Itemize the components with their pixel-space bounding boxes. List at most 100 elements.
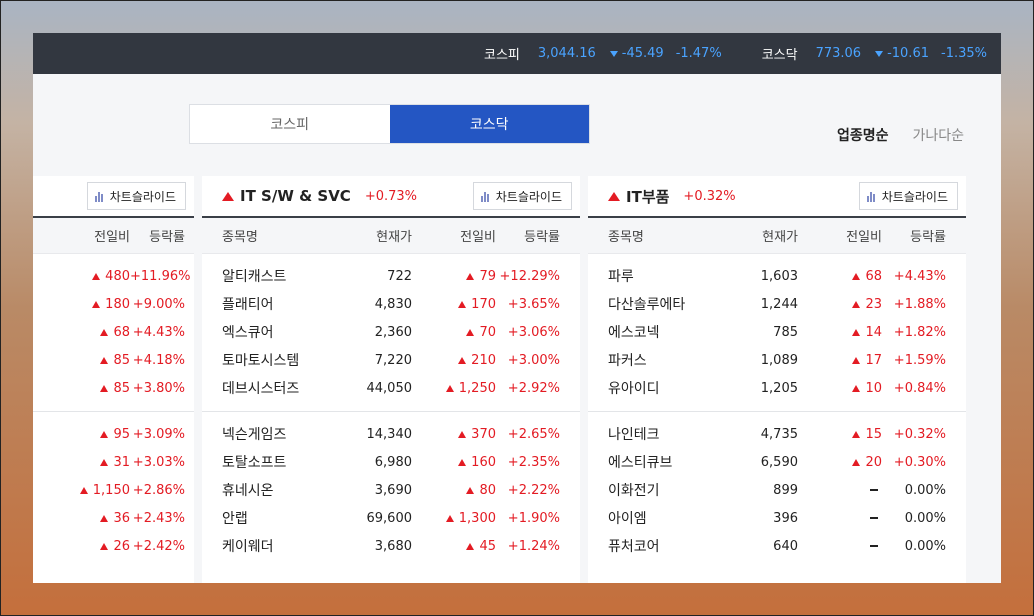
stock-name[interactable]: 넥슨게임즈	[202, 424, 352, 444]
stock-name[interactable]: 아이엠	[588, 508, 738, 528]
table-row[interactable]: 유아이디 1,205 10 +0.84%	[588, 374, 966, 402]
stock-change: 20	[798, 455, 882, 470]
up-arrow-icon	[100, 328, 109, 336]
table-row[interactable]: 85 +4.18%	[33, 346, 194, 374]
table-row[interactable]: 85 +3.80%	[33, 374, 194, 402]
stock-name[interactable]: 알티캐스트	[202, 266, 352, 286]
stock-name[interactable]: 파루	[588, 266, 738, 286]
stock-name[interactable]: 에스코넥	[588, 322, 738, 342]
bar-chart-icon	[94, 191, 104, 202]
stock-change	[798, 489, 882, 491]
up-arrow-icon	[100, 430, 109, 438]
sort-by-sector-name[interactable]: 업종명순	[837, 125, 889, 145]
chart-slide-button[interactable]: 차트슬라이드	[86, 182, 186, 210]
table-row[interactable]: 엑스큐어 2,360 70 +3.06%	[202, 318, 580, 346]
sort-alphabetical[interactable]: 가나다순	[912, 125, 964, 145]
index-change: -45.49	[609, 46, 664, 61]
table-row[interactable]: 26 +2.42%	[33, 532, 194, 560]
sector-name[interactable]: IT부품	[626, 186, 669, 207]
stock-change-value: 36	[113, 510, 130, 526]
table-row[interactable]: 토탈소프트 6,980 160 +2.35%	[202, 448, 580, 476]
up-arrow-icon	[466, 272, 475, 280]
stock-name[interactable]: 토마토시스템	[202, 350, 352, 370]
table-row[interactable]: 데브시스터즈 44,050 1,250 +2.92%	[202, 374, 580, 402]
tab-kospi[interactable]: 코스피	[190, 105, 390, 143]
stock-change: 15	[798, 427, 882, 442]
sector-name[interactable]: IT S/W & SVC	[240, 187, 351, 205]
col-change: 전일비	[94, 230, 130, 245]
table-row[interactable]: 1,150 +2.86%	[33, 476, 194, 504]
stock-name[interactable]: 파커스	[588, 350, 738, 370]
table-row[interactable]: 안랩 69,600 1,300 +1.90%	[202, 504, 580, 532]
stock-name[interactable]: 이화전기	[588, 480, 738, 500]
stock-change-value: 80	[479, 482, 496, 498]
stock-name[interactable]: 케이웨더	[202, 536, 352, 556]
table-row[interactable]: 480 +11.96%	[33, 262, 194, 290]
stock-price: 4,830	[374, 296, 412, 312]
table-row[interactable]: 68 +4.43%	[33, 318, 194, 346]
table-row[interactable]: 31 +3.03%	[33, 448, 194, 476]
stock-change: 1,300	[412, 511, 496, 526]
stock-change-value: 31	[113, 454, 130, 470]
stock-change: 85	[63, 353, 130, 368]
table-row[interactable]: 이화전기 899 0.00%	[588, 476, 966, 504]
stock-change: 31	[63, 455, 130, 470]
table-row[interactable]: 케이웨더 3,680 45 +1.24%	[202, 532, 580, 560]
stock-name[interactable]: 안랩	[202, 508, 352, 528]
stock-rate: +1.59%	[893, 352, 946, 368]
table-row[interactable]: 휴네시온 3,690 80 +2.22%	[202, 476, 580, 504]
stock-price: 1,603	[760, 268, 798, 284]
stock-name[interactable]: 나인테크	[588, 424, 738, 444]
stock-change-value: 1,150	[92, 482, 130, 498]
table-row[interactable]: 에스코넥 785 14 +1.82%	[588, 318, 966, 346]
stock-name[interactable]: 데브시스터즈	[202, 378, 352, 398]
chart-slide-button[interactable]: 차트슬라이드	[858, 182, 958, 210]
table-row[interactable]: 플래티어 4,830 170 +3.65%	[202, 290, 580, 318]
stock-name[interactable]: 휴네시온	[202, 480, 352, 500]
row-group-divider	[588, 411, 966, 412]
index-name: 코스닥	[761, 48, 798, 63]
stock-rate: +4.43%	[132, 324, 185, 340]
stock-name[interactable]: 토탈소프트	[202, 452, 352, 472]
table-row[interactable]: 퓨처코어 640 0.00%	[588, 532, 966, 560]
stock-change: 45	[412, 539, 496, 554]
stock-name[interactable]: 에스티큐브	[588, 452, 738, 472]
tab-kosdaq[interactable]: 코스닥	[389, 105, 589, 143]
stock-name[interactable]: 엑스큐어	[202, 322, 352, 342]
up-arrow-icon	[458, 356, 467, 364]
stock-change-value: 10	[865, 380, 882, 396]
table-row[interactable]: 95 +3.09%	[33, 420, 194, 448]
stock-rows: 480 +11.96% 180 +9.00% 68 +4.43% 85 +4.18% 85 +3.…	[33, 254, 194, 560]
sector-panel-left: 차트슬라이드 전일비 등락률 480 +11.96% 180 +9.00% 68 +4.4…	[33, 176, 194, 583]
up-arrow-icon	[458, 430, 467, 438]
stock-change: 1,150	[63, 483, 130, 498]
stock-price: 6,980	[374, 454, 412, 470]
stock-name[interactable]: 플래티어	[202, 294, 352, 314]
index-kospi[interactable]: 코스피 3,044.16 -45.49 -1.47%	[484, 44, 722, 63]
stock-price: 1,205	[760, 380, 798, 396]
table-row[interactable]: 파커스 1,089 17 +1.59%	[588, 346, 966, 374]
table-row[interactable]: 토마토시스템 7,220 210 +3.00%	[202, 346, 580, 374]
table-row[interactable]: 알티캐스트 722 79 +12.29%	[202, 262, 580, 290]
stock-change: 26	[63, 539, 130, 554]
up-arrow-icon	[458, 300, 467, 308]
table-row[interactable]: 에스티큐브 6,590 20 +0.30%	[588, 448, 966, 476]
stock-rate: +2.42%	[132, 538, 185, 554]
index-value: 773.06	[815, 46, 862, 61]
stock-name[interactable]: 퓨처코어	[588, 536, 738, 556]
up-arrow-icon	[100, 384, 109, 392]
up-arrow-icon	[92, 272, 101, 280]
table-row[interactable]: 다산솔루에타 1,244 23 +1.88%	[588, 290, 966, 318]
table-row[interactable]: 파루 1,603 68 +4.43%	[588, 262, 966, 290]
table-row[interactable]: 36 +2.43%	[33, 504, 194, 532]
stock-name[interactable]: 유아이디	[588, 378, 738, 398]
up-arrow-icon	[222, 191, 234, 201]
table-row[interactable]: 180 +9.00%	[33, 290, 194, 318]
table-row[interactable]: 나인테크 4,735 15 +0.32%	[588, 420, 966, 448]
chart-slide-button[interactable]: 차트슬라이드	[472, 182, 572, 210]
stock-name[interactable]: 다산솔루에타	[588, 294, 738, 314]
stock-price: 1,244	[760, 296, 798, 312]
table-row[interactable]: 넥슨게임즈 14,340 370 +2.65%	[202, 420, 580, 448]
index-kosdaq[interactable]: 코스닥 773.06 -10.61 -1.35%	[762, 44, 987, 63]
table-row[interactable]: 아이엠 396 0.00%	[588, 504, 966, 532]
